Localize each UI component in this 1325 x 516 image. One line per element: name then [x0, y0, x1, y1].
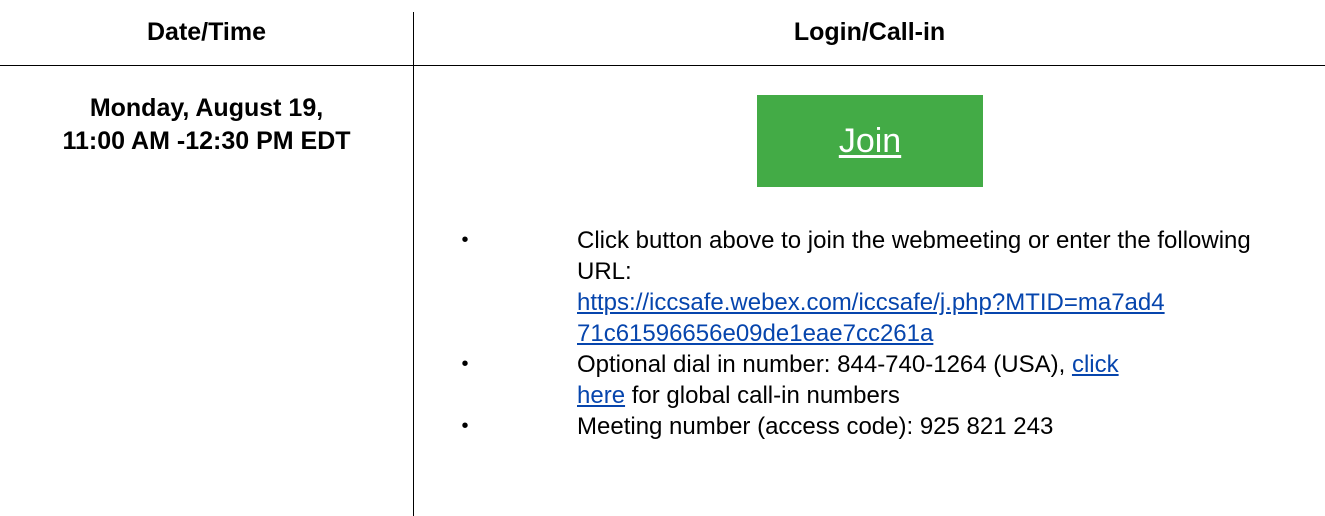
click-here-link-continued[interactable]: here: [577, 382, 625, 409]
global-numbers-text: for global call-in numbers: [625, 382, 900, 409]
bullet-icon: •: [461, 229, 469, 251]
join-button[interactable]: Join: [757, 95, 983, 187]
header-login-call-in-label: Login/Call-in: [793, 17, 946, 46]
header-login-call-in: Login/Call-in: [414, 0, 1325, 64]
meeting-date: Monday, August 19,: [89, 94, 324, 122]
url-instruction-text: Click button above to join the webmeetin…: [577, 227, 1251, 285]
click-here-link-line1: click: [1071, 351, 1119, 378]
webmeeting-url-link[interactable]: https://iccsafe.webex.com/iccsafe/j.php?…: [577, 287, 1305, 349]
list-item-access-code: • Meeting number (access code): 925 821 …: [460, 411, 1305, 442]
column-divider: [413, 12, 414, 516]
bullet-icon: •: [461, 353, 469, 375]
access-code-text: Meeting number (access code): 925 821 24…: [577, 413, 1054, 440]
click-here-link[interactable]: click: [1072, 351, 1119, 378]
webmeeting-url-line2: 71c61596656e09de1eae7cc261a: [577, 320, 934, 347]
list-item-url: • Click button above to join the webmeet…: [460, 225, 1305, 349]
meeting-date-cell: Monday, August 19, 11:00 AM -12:30 PM ED…: [0, 92, 413, 158]
header-date-time-label: Date/Time: [146, 17, 267, 46]
list-item-dial-in: • Optional dial in number: 844-740-1264 …: [460, 349, 1305, 411]
meeting-info-table: Date/Time Login/Call-in Monday, August 1…: [0, 0, 1325, 516]
webmeeting-url-line1: https://iccsafe.webex.com/iccsafe/j.php?…: [577, 289, 1165, 316]
click-here-link-line2: here: [577, 382, 626, 409]
dial-in-text: Optional dial in number: 844-740-1264 (U…: [577, 351, 1072, 378]
header-divider: [0, 65, 1325, 66]
bullet-icon: •: [461, 415, 469, 437]
header-date-time: Date/Time: [0, 0, 413, 64]
instructions-list: • Click button above to join the webmeet…: [460, 225, 1305, 442]
meeting-time: 11:00 AM -12:30 PM EDT: [62, 127, 351, 155]
join-button-label: Join: [838, 121, 902, 160]
